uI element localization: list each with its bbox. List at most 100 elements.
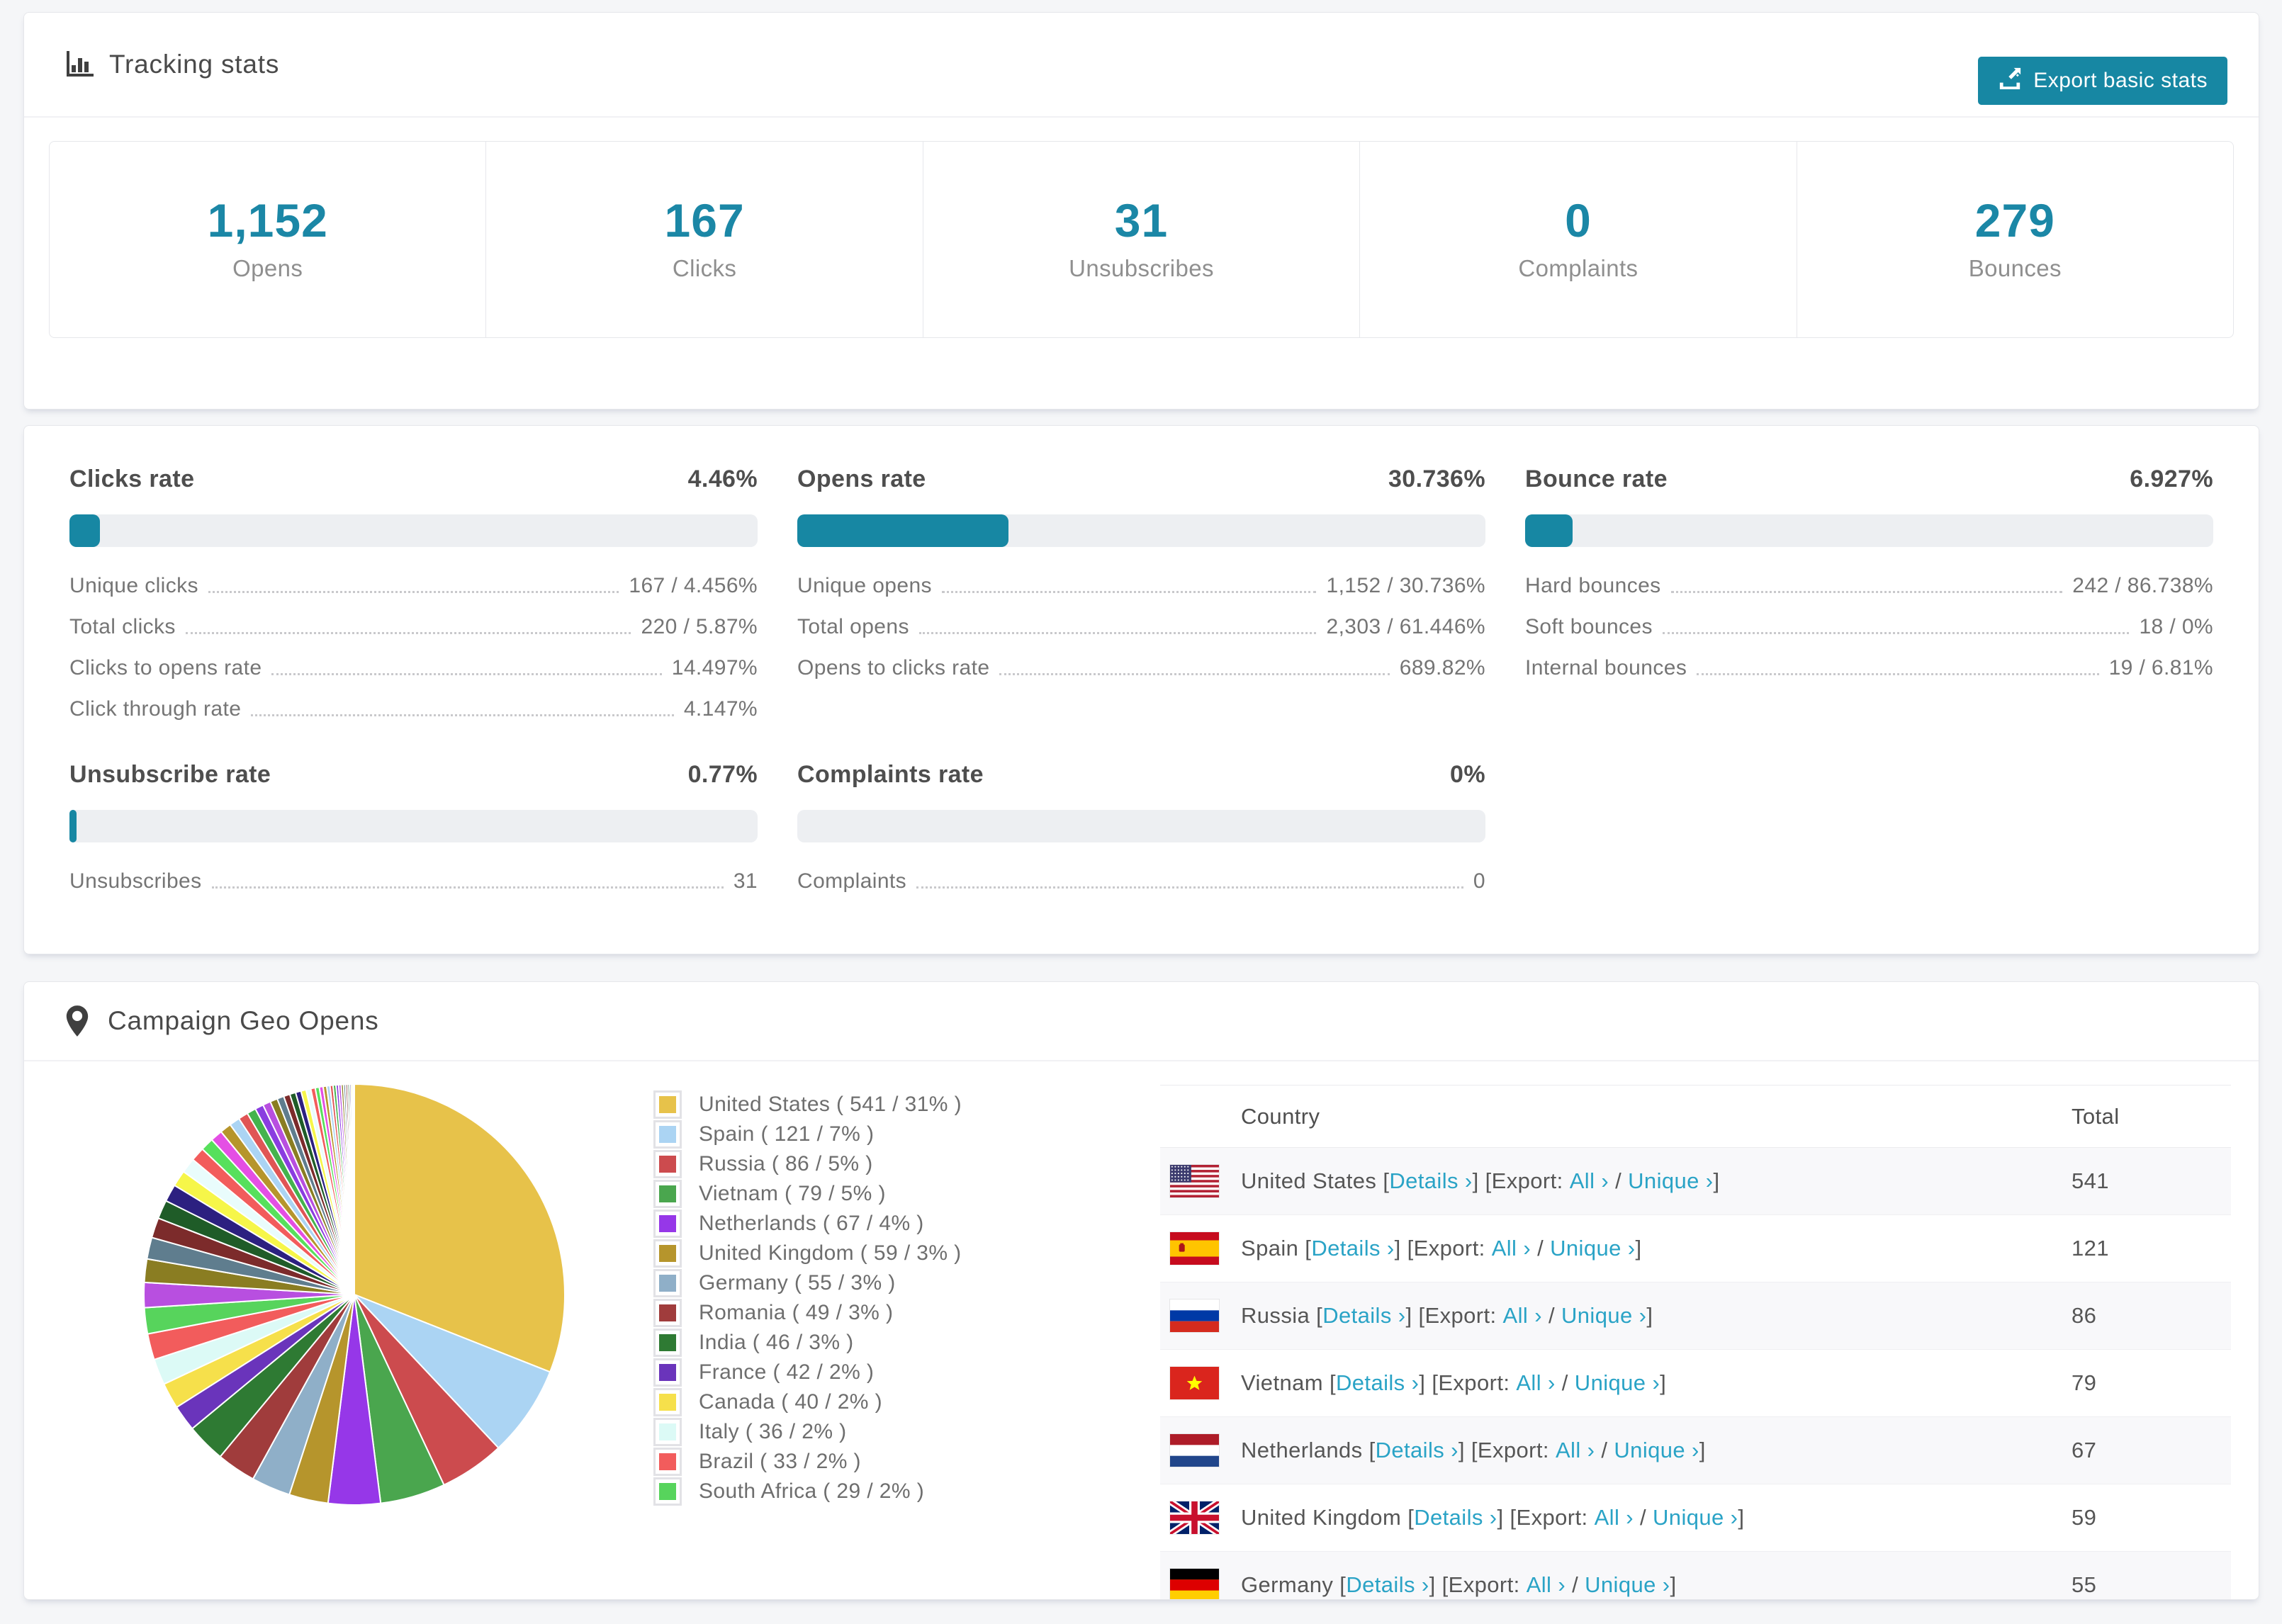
progress-bar xyxy=(797,514,1485,547)
bar-chart-icon xyxy=(64,50,94,79)
export-all-link[interactable]: All › xyxy=(1527,1572,1566,1598)
legend-item[interactable]: United States ( 541 / 31% ) xyxy=(653,1090,962,1120)
legend-item[interactable]: Netherlands ( 67 / 4% ) xyxy=(653,1209,962,1239)
bracket: ] xyxy=(1660,1370,1667,1395)
rate-detail-value: 1,152 / 30.736% xyxy=(1326,574,1485,597)
flag-de-icon xyxy=(1170,1569,1219,1599)
export-all-link[interactable]: All › xyxy=(1556,1438,1595,1463)
rate-title: Unsubscribe rate xyxy=(69,761,271,788)
slash: / xyxy=(1566,1572,1585,1597)
legend-item[interactable]: Germany ( 55 / 3% ) xyxy=(653,1268,962,1298)
rate-detail-value: 0 xyxy=(1473,869,1485,893)
rates-card: Clicks rate 4.46% Unique clicks 167 / 4.… xyxy=(23,425,2259,954)
export-all-link[interactable]: All › xyxy=(1492,1236,1531,1261)
legend-item[interactable]: South Africa ( 29 / 2% ) xyxy=(653,1477,962,1506)
legend-item[interactable]: Italy ( 36 / 2% ) xyxy=(653,1417,962,1447)
flag-vn-icon xyxy=(1170,1367,1219,1399)
bracket: ] [Export: xyxy=(1429,1572,1527,1597)
legend-swatch xyxy=(653,1180,682,1208)
legend-item[interactable]: United Kingdom ( 59 / 3% ) xyxy=(653,1239,962,1268)
page-title: Tracking stats xyxy=(109,50,280,79)
bracket: ] [Export: xyxy=(1419,1370,1517,1395)
legend-label: Canada ( 40 / 2% ) xyxy=(699,1390,883,1414)
legend-swatch xyxy=(653,1150,682,1178)
geo-title: Campaign Geo Opens xyxy=(108,1006,379,1035)
dotted-leader xyxy=(1670,591,2063,593)
flag-nl-icon xyxy=(1170,1434,1219,1467)
legend-item[interactable]: France ( 42 / 2% ) xyxy=(653,1358,962,1387)
rate-detail-value: 18 / 0% xyxy=(2139,615,2213,638)
campaign-geo-opens-card: Campaign Geo Opens United States ( 541 /… xyxy=(23,981,2259,1600)
legend-item[interactable]: Spain ( 121 / 7% ) xyxy=(653,1120,962,1149)
legend-swatch xyxy=(653,1418,682,1446)
details-link[interactable]: Details › xyxy=(1322,1303,1405,1329)
bracket: ] xyxy=(1699,1438,1706,1462)
flag-us-icon xyxy=(1170,1165,1219,1197)
export-all-link[interactable]: All › xyxy=(1516,1370,1555,1396)
export-all-link[interactable]: All › xyxy=(1503,1303,1542,1329)
legend-item[interactable]: Brazil ( 33 / 2% ) xyxy=(653,1447,962,1477)
bracket: ] [Export: xyxy=(1472,1168,1570,1193)
tracking-stats-card: Tracking stats Export basic stats 1,152 … xyxy=(23,12,2259,410)
slash: / xyxy=(1633,1505,1653,1530)
progress-bar xyxy=(69,514,758,547)
legend-item[interactable]: India ( 46 / 3% ) xyxy=(653,1328,962,1358)
table-row: Russia [Details ›] [Export: All › / Uniq… xyxy=(1160,1282,2231,1350)
rate-detail-label: Complaints xyxy=(797,869,907,893)
export-unique-link[interactable]: Unique › xyxy=(1653,1505,1738,1530)
export-basic-stats-button[interactable]: Export basic stats xyxy=(1978,57,2227,105)
rate-block: Unsubscribe rate 0.77% Unsubscribes 31 xyxy=(69,761,758,893)
summary-stat-unsubscribes: 31 Unsubscribes xyxy=(923,142,1361,337)
country-total: 541 xyxy=(2072,1168,2109,1193)
legend-label: United States ( 541 / 31% ) xyxy=(699,1093,962,1116)
bracket: ] [Export: xyxy=(1497,1505,1595,1530)
rate-title: Complaints rate xyxy=(797,761,984,788)
progress-bar xyxy=(797,810,1485,842)
rate-detail-row: Total clicks 220 / 5.87% xyxy=(69,615,758,639)
bracket: [ xyxy=(1362,1438,1376,1462)
summary-label: Bounces xyxy=(1968,255,2062,281)
details-link[interactable]: Details › xyxy=(1311,1236,1394,1261)
rate-detail-label: Total clicks xyxy=(69,615,176,638)
dashboard-page: Tracking stats Export basic stats 1,152 … xyxy=(0,0,2282,1600)
bracket: [ xyxy=(1310,1303,1323,1328)
rate-block: Bounce rate 6.927% Hard bounces 242 / 86… xyxy=(1525,466,2213,721)
legend-item[interactable]: Vietnam ( 79 / 5% ) xyxy=(653,1179,962,1209)
details-link[interactable]: Details › xyxy=(1389,1168,1472,1194)
export-all-link[interactable]: All › xyxy=(1570,1168,1609,1194)
export-unique-link[interactable]: Unique › xyxy=(1575,1370,1660,1396)
bracket: ] xyxy=(1670,1572,1677,1597)
export-unique-link[interactable]: Unique › xyxy=(1628,1168,1713,1194)
legend-swatch xyxy=(653,1358,682,1387)
export-unique-link[interactable]: Unique › xyxy=(1550,1236,1635,1261)
export-all-link[interactable]: All › xyxy=(1595,1505,1634,1530)
rate-detail-label: Total opens xyxy=(797,615,909,638)
country-name: Vietnam xyxy=(1241,1370,1323,1395)
details-link[interactable]: Details › xyxy=(1376,1438,1458,1463)
export-unique-link[interactable]: Unique › xyxy=(1614,1438,1699,1463)
export-icon xyxy=(1998,66,2022,96)
details-link[interactable]: Details › xyxy=(1336,1370,1419,1396)
dotted-leader xyxy=(918,632,1317,634)
export-unique-link[interactable]: Unique › xyxy=(1585,1572,1670,1598)
legend-label: India ( 46 / 3% ) xyxy=(699,1331,854,1354)
dotted-leader xyxy=(999,673,1390,675)
table-row: Netherlands [Details ›] [Export: All › /… xyxy=(1160,1416,2231,1484)
rate-detail-row: Unsubscribes 31 xyxy=(69,869,758,893)
country-total: 86 xyxy=(2072,1303,2097,1328)
legend-item[interactable]: Canada ( 40 / 2% ) xyxy=(653,1387,962,1417)
summary-value: 1,152 xyxy=(207,194,328,247)
legend-item[interactable]: Russia ( 86 / 5% ) xyxy=(653,1149,962,1179)
rate-detail-value: 14.497% xyxy=(671,656,758,680)
table-row: United States [Details ›] [Export: All ›… xyxy=(1160,1147,2231,1215)
bracket: ] [Export: xyxy=(1394,1236,1492,1261)
progress-bar xyxy=(69,810,758,842)
export-unique-link[interactable]: Unique › xyxy=(1561,1303,1646,1329)
legend-swatch xyxy=(653,1448,682,1476)
rate-detail-row: Soft bounces 18 / 0% xyxy=(1525,615,2213,639)
country-total: 67 xyxy=(2072,1438,2097,1462)
legend-item[interactable]: Romania ( 49 / 3% ) xyxy=(653,1298,962,1328)
details-link[interactable]: Details › xyxy=(1346,1572,1429,1598)
details-link[interactable]: Details › xyxy=(1414,1505,1497,1530)
rate-title: Clicks rate xyxy=(69,466,195,492)
